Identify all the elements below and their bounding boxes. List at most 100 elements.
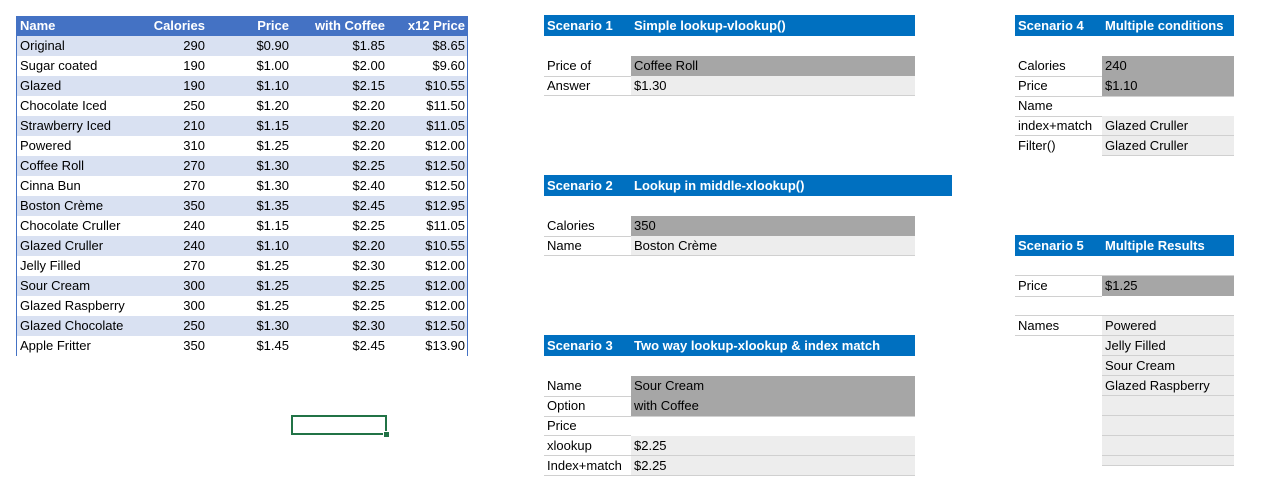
s4-indexmatch-value[interactable]: Glazed Cruller [1102, 116, 1234, 136]
s5-empty-cell[interactable] [1102, 396, 1234, 416]
s5-result-item[interactable]: Jelly Filled [1102, 336, 1234, 356]
table-cell[interactable]: $2.00 [292, 56, 388, 76]
table-cell[interactable]: $2.45 [292, 196, 388, 216]
table-cell[interactable]: $1.85 [292, 36, 388, 56]
table-cell[interactable]: $1.30 [212, 156, 292, 176]
table-cell[interactable]: $12.00 [397, 256, 468, 276]
table-cell[interactable]: 310 [112, 136, 208, 156]
table-cell[interactable]: 190 [112, 76, 208, 96]
s1-price-of-input[interactable]: Coffee Roll [631, 56, 915, 76]
table-cell[interactable]: $1.30 [212, 316, 292, 336]
table-cell[interactable]: $2.25 [292, 156, 388, 176]
table-cell[interactable]: 240 [112, 236, 208, 256]
s3-indexmatch-value[interactable]: $2.25 [631, 456, 915, 476]
table-cell[interactable]: $2.45 [292, 336, 388, 356]
s1-answer-value[interactable]: $1.30 [631, 76, 915, 96]
table-cell[interactable]: $2.25 [292, 216, 388, 236]
table-cell[interactable]: $2.30 [292, 316, 388, 336]
table-cell[interactable]: $1.30 [212, 176, 292, 196]
table-cell[interactable]: $1.45 [212, 336, 292, 356]
table-header: Name Calories Price with Coffee x12 Price [17, 16, 467, 36]
s5-empty-cell[interactable] [1102, 416, 1234, 436]
table-cell[interactable]: $2.15 [292, 76, 388, 96]
table-cell[interactable]: $11.50 [397, 96, 468, 116]
s5-price-input[interactable]: $1.25 [1102, 276, 1234, 296]
table-cell[interactable]: $12.50 [397, 176, 468, 196]
selected-cell[interactable] [291, 415, 387, 435]
column-header[interactable]: Calories [112, 16, 208, 36]
s5-result-item[interactable]: Powered [1102, 316, 1234, 336]
table-cell[interactable]: 250 [112, 316, 208, 336]
s5-result-item[interactable]: Sour Cream [1102, 356, 1234, 376]
table-cell[interactable]: $2.25 [292, 296, 388, 316]
s4-indexmatch-label: index+match [1018, 118, 1093, 133]
column-header[interactable]: x12 Price [397, 16, 468, 36]
table-cell[interactable]: $9.60 [397, 56, 468, 76]
s3-name-input[interactable]: Sour Cream [631, 376, 915, 396]
table-cell[interactable]: $13.90 [397, 336, 468, 356]
table-cell[interactable]: $2.20 [292, 136, 388, 156]
table-cell[interactable]: $12.50 [397, 316, 468, 336]
table-row: Glazed Cruller 240 $1.10 $2.20 $10.55 [17, 236, 467, 257]
table-cell[interactable]: $2.30 [292, 256, 388, 276]
table-row: Sugar coated 190 $1.00 $2.00 $9.60 [17, 56, 467, 77]
table-cell[interactable]: $1.15 [212, 216, 292, 236]
table-cell[interactable]: 270 [112, 256, 208, 276]
table-cell[interactable]: 250 [112, 96, 208, 116]
s4-filter-value[interactable]: Glazed Cruller [1102, 136, 1234, 156]
column-header[interactable]: Price [212, 16, 292, 36]
table-cell[interactable]: $1.25 [212, 276, 292, 296]
table-cell[interactable]: 240 [112, 216, 208, 236]
s4-calories-input[interactable]: 240 [1102, 56, 1234, 76]
table-cell[interactable]: $2.20 [292, 236, 388, 256]
table-cell[interactable]: 270 [112, 156, 208, 176]
table-cell[interactable]: 290 [112, 36, 208, 56]
table-cell[interactable]: $11.05 [397, 216, 468, 236]
s3-xlookup-label: xlookup [547, 438, 592, 453]
scenario3-header: Scenario 3 Two way lookup-xlookup & inde… [544, 335, 915, 356]
s5-empty-cell[interactable] [1102, 436, 1234, 456]
table-cell[interactable]: $1.15 [212, 116, 292, 136]
table-row: Glazed 190 $1.10 $2.15 $10.55 [17, 76, 467, 97]
table-cell[interactable]: $1.25 [212, 296, 292, 316]
s3-xlookup-value[interactable]: $2.25 [631, 436, 915, 456]
table-cell[interactable]: $12.00 [397, 276, 468, 296]
column-header[interactable]: with Coffee [292, 16, 388, 36]
s3-option-input[interactable]: with Coffee [631, 396, 915, 416]
table-cell[interactable]: $12.95 [397, 196, 468, 216]
s2-name-value[interactable]: Boston Crème [631, 236, 915, 256]
table-cell[interactable]: $2.20 [292, 116, 388, 136]
table-cell[interactable]: $2.40 [292, 176, 388, 196]
table-cell[interactable]: 350 [112, 196, 208, 216]
s2-calories-input[interactable]: 350 [631, 216, 915, 236]
table-cell[interactable]: $1.10 [212, 76, 292, 96]
table-cell[interactable]: $1.35 [212, 196, 292, 216]
table-cell[interactable]: $11.05 [397, 116, 468, 136]
table-cell[interactable]: 300 [112, 276, 208, 296]
table-cell[interactable]: $1.25 [212, 256, 292, 276]
table-cell[interactable]: $12.00 [397, 296, 468, 316]
fill-handle[interactable] [383, 431, 390, 438]
table-cell[interactable]: 300 [112, 296, 208, 316]
s5-result-item[interactable]: Glazed Raspberry [1102, 376, 1234, 396]
table-cell[interactable]: $10.55 [397, 76, 468, 96]
table-cell[interactable]: $2.20 [292, 96, 388, 116]
table-cell[interactable]: 210 [112, 116, 208, 136]
scenario5-title: Multiple Results [1105, 238, 1205, 253]
table-cell[interactable]: $1.10 [212, 236, 292, 256]
s4-price-input[interactable]: $1.10 [1102, 76, 1234, 96]
table-cell[interactable]: 190 [112, 56, 208, 76]
table-cell[interactable]: $2.25 [292, 276, 388, 296]
table-cell[interactable]: $8.65 [397, 36, 468, 56]
table-cell[interactable]: $0.90 [212, 36, 292, 56]
table-cell[interactable]: $12.00 [397, 136, 468, 156]
table-cell[interactable]: 350 [112, 336, 208, 356]
table-cell[interactable]: $10.55 [397, 236, 468, 256]
table-cell[interactable]: $1.20 [212, 96, 292, 116]
table-cell[interactable]: 270 [112, 176, 208, 196]
s3-indexmatch-label: Index+match [547, 458, 622, 473]
table-cell[interactable]: $1.00 [212, 56, 292, 76]
s5-empty-cell[interactable] [1102, 456, 1234, 466]
table-cell[interactable]: $12.50 [397, 156, 468, 176]
table-cell[interactable]: $1.25 [212, 136, 292, 156]
